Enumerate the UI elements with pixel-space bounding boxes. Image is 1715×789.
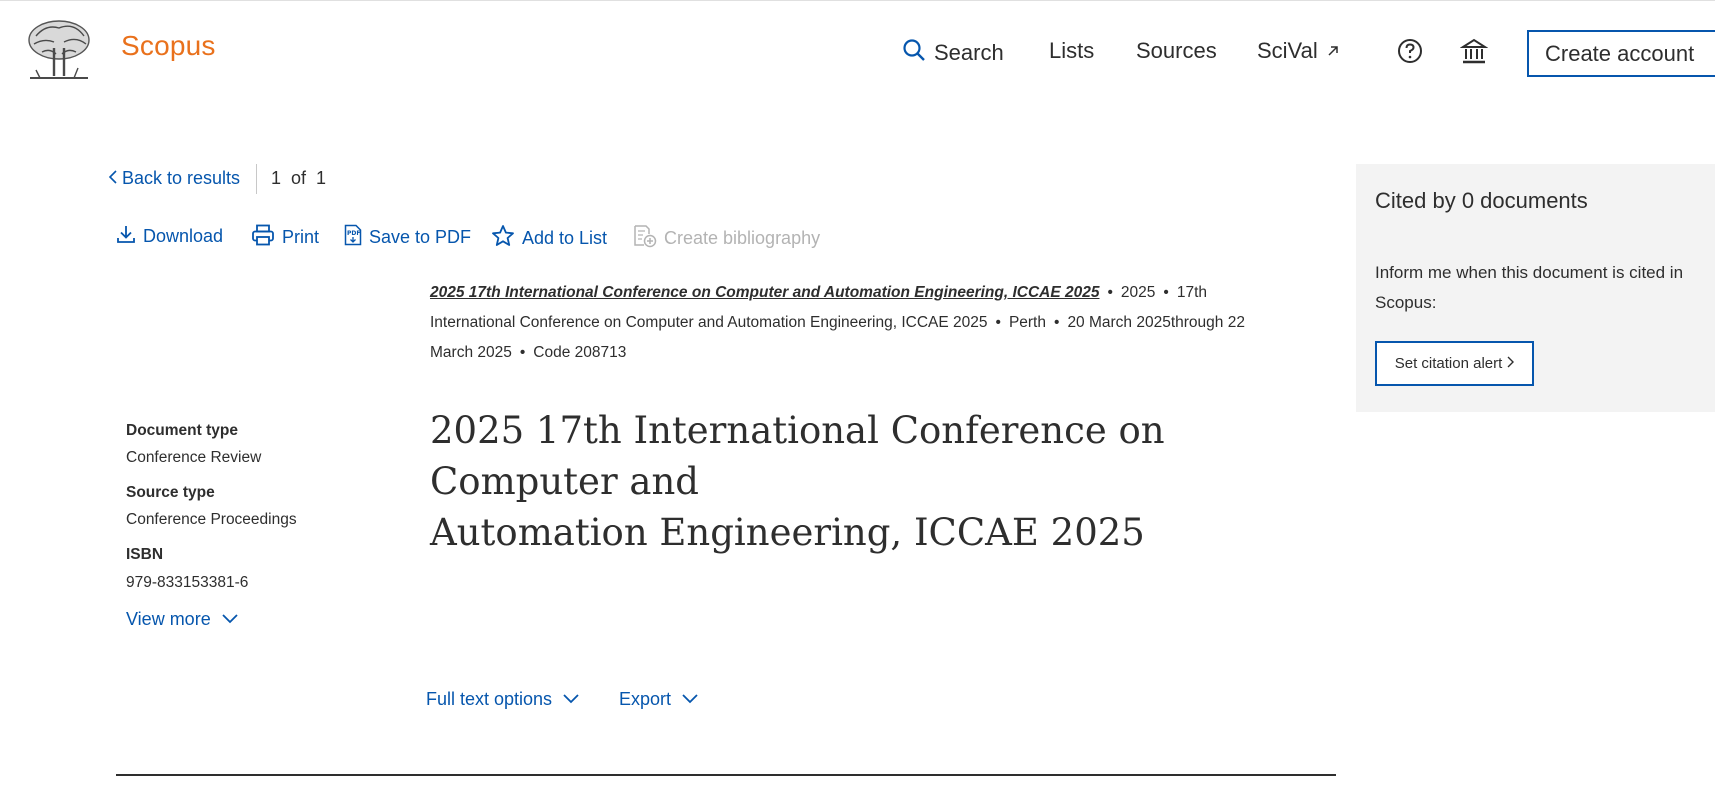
isbn-value: 979-833153381-6: [126, 574, 249, 591]
nav-search-label: Search: [934, 40, 1004, 65]
nav-sources[interactable]: Sources: [1136, 38, 1217, 64]
chevron-down-icon: [221, 609, 239, 630]
back-to-results-link[interactable]: Back to results: [108, 168, 240, 189]
add-to-list-label: Add to List: [522, 228, 608, 248]
print-label: Print: [282, 227, 320, 247]
elsevier-logo-icon[interactable]: [24, 18, 94, 82]
full-text-options-dropdown[interactable]: Full text options: [426, 689, 580, 710]
nav-lists[interactable]: Lists: [1049, 38, 1094, 64]
search-icon: [902, 38, 926, 68]
set-citation-alert-label: Set citation alert: [1394, 355, 1503, 372]
chevron-down-icon: [562, 689, 580, 710]
svg-text:PDF: PDF: [347, 230, 360, 237]
help-icon[interactable]: [1395, 36, 1425, 66]
chevron-left-icon: [108, 168, 118, 189]
pdf-icon: PDF: [344, 224, 362, 251]
source-year: 2025: [1120, 284, 1156, 301]
nav-scival[interactable]: SciVal: [1257, 38, 1340, 64]
citation-alert-text-line-2: Scopus:: [1375, 293, 1437, 312]
document-title-line-1: 2025 17th International Conference on Co…: [430, 409, 1165, 503]
export-label: Export: [619, 689, 672, 709]
source-info: 2025 17th International Conference on Co…: [430, 284, 1245, 361]
nav-scival-label: SciVal: [1257, 38, 1318, 63]
bibliography-icon: [633, 224, 657, 253]
star-icon: [491, 224, 515, 253]
chevron-down-icon: [681, 689, 699, 710]
create-bibliography-button[interactable]: Create bibliography: [633, 224, 820, 253]
conference-name-start: 17th: [1176, 284, 1208, 301]
source-type-value: Conference Proceedings: [126, 511, 297, 528]
view-more-button[interactable]: View more: [126, 609, 239, 630]
citation-alert-text: Inform me when this document is cited in…: [1375, 258, 1715, 318]
save-to-pdf-label: Save to PDF: [369, 227, 472, 247]
section-divider: [116, 774, 1336, 776]
nav-search[interactable]: Search: [902, 38, 1004, 68]
conference-dates-rest: March 2025: [430, 344, 512, 361]
conference-name-rest: International Conference on Computer and…: [430, 314, 988, 331]
brand-name[interactable]: Scopus: [121, 30, 216, 62]
document-type-label: Document type: [126, 422, 238, 439]
download-button[interactable]: Download: [116, 224, 223, 249]
document-title: 2025 17th International Conference on Co…: [430, 405, 1330, 558]
print-icon: [251, 224, 275, 251]
result-counter: 1 of 1: [271, 168, 327, 188]
external-link-icon: [1326, 38, 1340, 64]
divider: [256, 164, 257, 194]
conference-code: Code 208713: [533, 344, 627, 361]
set-citation-alert-button[interactable]: Set citation alert: [1375, 341, 1534, 386]
download-icon: [116, 224, 136, 249]
view-more-label: View more: [126, 609, 211, 629]
isbn-label: ISBN: [126, 546, 164, 563]
create-bibliography-label: Create bibliography: [664, 228, 821, 248]
institution-icon[interactable]: [1459, 36, 1489, 66]
full-text-options-label: Full text options: [426, 689, 553, 709]
add-to-list-button[interactable]: Add to List: [491, 224, 607, 253]
source-type-label: Source type: [126, 484, 215, 501]
citation-alert-text-line-1: Inform me when this document is cited in: [1375, 263, 1684, 282]
download-label: Download: [143, 226, 224, 246]
document-title-line-2: Automation Engineering, ICCAE 2025: [430, 511, 1145, 554]
back-to-results-label: Back to results: [122, 168, 241, 188]
save-to-pdf-button[interactable]: PDF Save to PDF: [344, 224, 471, 251]
conference-dates-start: 20 March 2025through 22: [1067, 314, 1245, 331]
create-account-button[interactable]: Create account: [1527, 30, 1715, 77]
source-title-link[interactable]: 2025 17th International Conference on Co…: [430, 284, 1099, 301]
chevron-right-icon: [1506, 355, 1515, 372]
print-button[interactable]: Print: [251, 224, 319, 251]
top-border: [0, 0, 1715, 1]
export-dropdown[interactable]: Export: [619, 689, 699, 710]
conference-location: Perth: [1008, 314, 1046, 331]
document-type-value: Conference Review: [126, 449, 262, 466]
cited-by-heading: Cited by 0 documents: [1375, 188, 1588, 213]
